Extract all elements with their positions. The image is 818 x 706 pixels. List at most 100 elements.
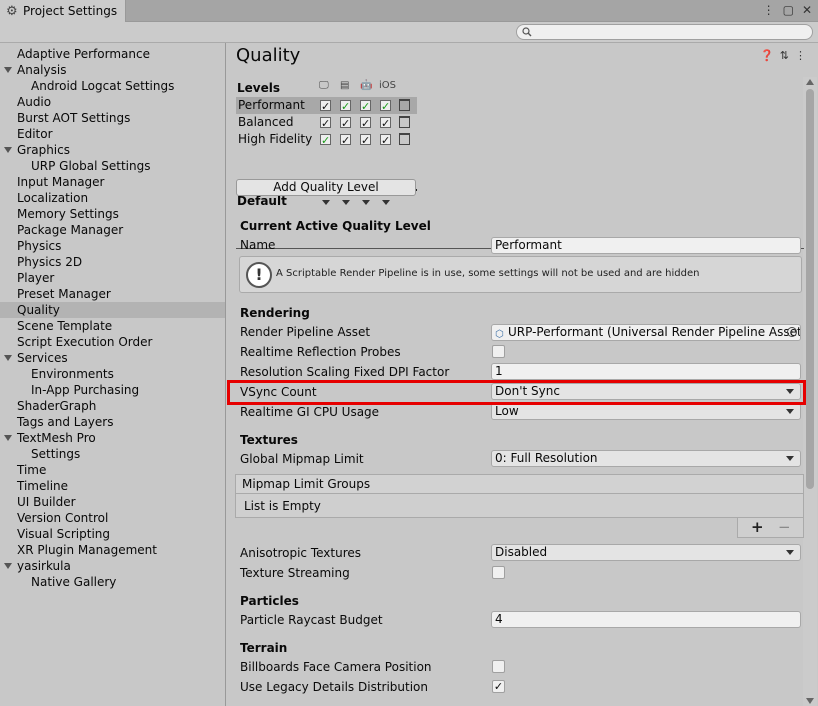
scroll-down-arrow-icon[interactable] bbox=[806, 698, 814, 704]
billboards-checkbox[interactable] bbox=[492, 660, 505, 673]
sidebar-item-package-manager[interactable]: Package Manager bbox=[0, 222, 225, 238]
sidebar-item-native-gallery[interactable]: Native Gallery bbox=[0, 574, 225, 590]
platform-level-checkbox[interactable]: ✓ bbox=[360, 117, 371, 129]
sidebar-item-in-app-purchasing[interactable]: In-App Purchasing bbox=[0, 382, 225, 398]
quality-level-row[interactable]: Balanced ✓ ✓ ✓ ✓ bbox=[236, 114, 417, 131]
platform-level-checkbox[interactable]: ✓ bbox=[340, 134, 351, 146]
sidebar-item-analysis[interactable]: Analysis bbox=[0, 62, 225, 78]
sidebar-item-script-execution-order[interactable]: Script Execution Order bbox=[0, 334, 225, 350]
default-dropdown-android[interactable] bbox=[362, 200, 370, 205]
default-dropdown-ios[interactable] bbox=[382, 200, 390, 205]
trash-icon[interactable] bbox=[399, 116, 410, 128]
default-dropdown-server[interactable] bbox=[342, 200, 350, 205]
object-picker-icon[interactable] bbox=[787, 327, 797, 337]
sidebar-item-visual-scripting[interactable]: Visual Scripting bbox=[0, 526, 225, 542]
texture-streaming-checkbox[interactable] bbox=[492, 566, 505, 579]
sidebar-item-label: Timeline bbox=[17, 479, 69, 493]
sidebar-item-android-logcat-settings[interactable]: Android Logcat Settings bbox=[0, 78, 225, 94]
sidebar-item-physics[interactable]: Physics bbox=[0, 238, 225, 254]
sidebar-item-memory-settings[interactable]: Memory Settings bbox=[0, 206, 225, 222]
sidebar-item-ui-builder[interactable]: UI Builder bbox=[0, 494, 225, 510]
sidebar-item-label: Scene Template bbox=[17, 319, 113, 333]
expand-arrow-icon[interactable] bbox=[4, 563, 12, 569]
platform-level-checkbox[interactable]: ✓ bbox=[320, 134, 331, 146]
close-icon[interactable]: ✕ bbox=[802, 3, 812, 17]
sidebar-item-label: Analysis bbox=[17, 63, 67, 77]
terrain-heading: Terrain bbox=[240, 641, 288, 655]
maximize-icon[interactable]: ▢ bbox=[783, 3, 794, 17]
chevron-down-icon bbox=[786, 409, 794, 414]
list-footer: + − bbox=[737, 518, 804, 538]
sidebar-item-version-control[interactable]: Version Control bbox=[0, 510, 225, 526]
sidebar-item-environments[interactable]: Environments bbox=[0, 366, 225, 382]
global-mipmap-dropdown[interactable]: 0: Full Resolution bbox=[491, 450, 801, 467]
preset-icon[interactable]: ⇅ bbox=[780, 49, 789, 62]
realtime-reflection-checkbox[interactable] bbox=[492, 345, 505, 358]
platform-level-checkbox[interactable]: ✓ bbox=[380, 117, 391, 129]
help-icon[interactable]: ❓ bbox=[760, 49, 774, 62]
sidebar-item-editor[interactable]: Editor bbox=[0, 126, 225, 142]
sidebar-item-settings[interactable]: Settings bbox=[0, 446, 225, 462]
platform-level-checkbox[interactable]: ✓ bbox=[360, 100, 371, 112]
realtime-gi-dropdown[interactable]: Low bbox=[491, 403, 801, 420]
quality-level-row[interactable]: High Fidelity ✓ ✓ ✓ ✓ bbox=[236, 131, 417, 148]
platform-level-checkbox[interactable]: ✓ bbox=[380, 134, 391, 146]
sidebar-item-preset-manager[interactable]: Preset Manager bbox=[0, 286, 225, 302]
quality-level-row[interactable]: Performant ✓ ✓ ✓ ✓ bbox=[236, 97, 417, 114]
sidebar-item-burst-aot-settings[interactable]: Burst AOT Settings bbox=[0, 110, 225, 126]
search-input[interactable] bbox=[516, 24, 813, 40]
sidebar-item-scene-template[interactable]: Scene Template bbox=[0, 318, 225, 334]
scroll-thumb[interactable] bbox=[806, 89, 814, 489]
sidebar-item-textmesh-pro[interactable]: TextMesh Pro bbox=[0, 430, 225, 446]
sidebar-item-services[interactable]: Services bbox=[0, 350, 225, 366]
sidebar-item-player[interactable]: Player bbox=[0, 270, 225, 286]
legacy-details-checkbox[interactable]: ✓ bbox=[492, 680, 505, 693]
kebab-menu-icon[interactable]: ⋮ bbox=[795, 49, 806, 62]
default-dropdown-standalone[interactable] bbox=[322, 200, 330, 205]
sidebar-item-label: Native Gallery bbox=[31, 575, 117, 589]
add-quality-level-button[interactable]: Add Quality Level bbox=[236, 179, 416, 196]
sidebar-item-urp-global-settings[interactable]: URP Global Settings bbox=[0, 158, 225, 174]
trash-icon[interactable] bbox=[399, 99, 410, 111]
expand-arrow-icon[interactable] bbox=[4, 67, 12, 73]
settings-sidebar: Adaptive Performance Analysis Android Logc… bbox=[0, 43, 226, 706]
sidebar-item-time[interactable]: Time bbox=[0, 462, 225, 478]
sidebar-item-xr-plugin-management[interactable]: XR Plugin Management bbox=[0, 542, 225, 558]
platform-level-checkbox[interactable]: ✓ bbox=[340, 100, 351, 112]
remove-item-button[interactable]: − bbox=[778, 518, 791, 536]
quality-level-name: High Fidelity bbox=[238, 132, 313, 146]
sidebar-item-quality[interactable]: Quality bbox=[0, 302, 225, 318]
expand-arrow-icon[interactable] bbox=[4, 435, 12, 441]
sidebar-item-label: Physics 2D bbox=[17, 255, 83, 269]
anisotropic-dropdown[interactable]: Disabled bbox=[491, 544, 801, 561]
render-pipeline-field[interactable]: ⬡ URP-Performant (Universal Render Pipel… bbox=[491, 324, 801, 341]
trash-icon[interactable] bbox=[399, 133, 410, 145]
standalone-platform-icon: 🖵 bbox=[319, 80, 329, 91]
sidebar-item-physics-2d[interactable]: Physics 2D bbox=[0, 254, 225, 270]
sidebar-item-timeline[interactable]: Timeline bbox=[0, 478, 225, 494]
platform-level-checkbox[interactable]: ✓ bbox=[380, 100, 391, 112]
platform-level-checkbox[interactable]: ✓ bbox=[320, 100, 331, 112]
raycast-budget-field[interactable]: 4 bbox=[491, 611, 801, 628]
sidebar-item-graphics[interactable]: Graphics bbox=[0, 142, 225, 158]
platform-level-checkbox[interactable]: ✓ bbox=[320, 117, 331, 129]
kebab-menu-icon[interactable]: ⋮ bbox=[763, 3, 775, 17]
sidebar-item-shadergraph[interactable]: ShaderGraph bbox=[0, 398, 225, 414]
platform-level-checkbox[interactable]: ✓ bbox=[360, 134, 371, 146]
add-item-button[interactable]: + bbox=[751, 518, 764, 536]
sidebar-item-tags-and-layers[interactable]: Tags and Layers bbox=[0, 414, 225, 430]
dpi-factor-field[interactable]: 1 bbox=[491, 363, 801, 380]
platform-level-checkbox[interactable]: ✓ bbox=[340, 117, 351, 129]
project-settings-tab[interactable]: ⚙ Project Settings bbox=[0, 0, 126, 22]
sidebar-item-audio[interactable]: Audio bbox=[0, 94, 225, 110]
sidebar-item-adaptive-performance[interactable]: Adaptive Performance bbox=[0, 46, 225, 62]
sidebar-item-input-manager[interactable]: Input Manager bbox=[0, 174, 225, 190]
sidebar-item-localization[interactable]: Localization bbox=[0, 190, 225, 206]
name-field[interactable]: Performant bbox=[491, 237, 801, 254]
sidebar-item-yasirkula[interactable]: yasirkula bbox=[0, 558, 225, 574]
mipmap-groups-header[interactable]: Mipmap Limit Groups bbox=[235, 474, 804, 494]
sidebar-item-label: Services bbox=[17, 351, 68, 365]
scroll-up-arrow-icon[interactable] bbox=[806, 79, 814, 85]
expand-arrow-icon[interactable] bbox=[4, 147, 12, 153]
expand-arrow-icon[interactable] bbox=[4, 355, 12, 361]
